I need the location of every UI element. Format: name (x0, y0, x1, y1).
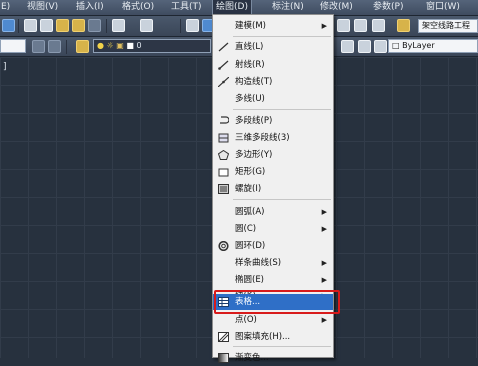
menu-item-helix[interactable]: 螺旋(I) (213, 181, 333, 197)
copy-icon[interactable] (40, 19, 53, 32)
menu-item-line[interactable]: 直线(L) (213, 39, 333, 55)
menu-modify[interactable]: 修改(M) (320, 0, 353, 15)
menu-item-spline[interactable]: 样条曲线(S) ▶ (213, 255, 333, 271)
paste-icon[interactable] (56, 19, 69, 32)
menu-item-gradient[interactable]: 渐变色... (213, 350, 333, 366)
menu-item-ray[interactable]: 射线(R) (213, 57, 333, 73)
markup-icon[interactable] (354, 19, 367, 32)
menu-separator (233, 109, 331, 110)
menu-item-ellipse[interactable]: 椭圆(E) ▶ (213, 272, 333, 288)
3d-polyline-icon (218, 133, 229, 143)
undo-icon[interactable] (112, 19, 125, 32)
menu-item-modeling[interactable]: 建模(M) ▶ (213, 18, 333, 34)
menu-separator (233, 36, 331, 37)
help-icon[interactable] (372, 19, 385, 32)
menu-format[interactable]: 格式(O) (122, 0, 154, 15)
layer-previous-icon[interactable] (341, 40, 354, 53)
menu-item-hatch[interactable]: 图案填充(H)... (213, 329, 333, 345)
toolbar-separator (18, 19, 19, 33)
menu-item-multiline[interactable]: 多线(U) (213, 91, 333, 107)
menu-item-point[interactable]: 点(O) ▶ (213, 312, 333, 328)
sheet-set-icon[interactable] (337, 19, 350, 32)
construction-line-icon (218, 77, 229, 87)
donut-icon (218, 241, 229, 251)
submenu-arrow-icon: ▶ (321, 208, 327, 216)
submenu-arrow-icon: ▶ (321, 22, 327, 30)
layer-properties-icon[interactable] (76, 40, 89, 53)
text-style-icon[interactable] (397, 19, 410, 32)
layer-match-icon[interactable] (374, 40, 387, 53)
submenu-arrow-icon: ▶ (321, 259, 327, 267)
menu-item-polyline[interactable]: 多段线(P) (213, 113, 333, 129)
submenu-arrow-icon: ▶ (321, 316, 327, 324)
menu-item-construction-line[interactable]: 构造线(T) (213, 74, 333, 90)
match-properties-icon[interactable] (72, 19, 85, 32)
menu-item-arc[interactable]: 圆弧(A) ▶ (213, 204, 333, 220)
submenu-arrow-icon: ▶ (321, 225, 327, 233)
submenu-arrow-icon: ▶ (321, 276, 327, 284)
polygon-icon (218, 150, 229, 160)
hatch-icon (218, 332, 229, 342)
toolbar-separator (106, 19, 107, 33)
menu-separator (233, 199, 331, 200)
sun-icon: ☼ (106, 41, 114, 50)
lightbulb-icon: ● (97, 41, 104, 50)
block-editor-icon[interactable] (88, 19, 101, 32)
gear-icon[interactable] (32, 40, 45, 53)
menu-separator (233, 346, 331, 347)
cut-icon[interactable] (24, 19, 37, 32)
ray-icon (218, 60, 229, 70)
rectangle-icon (218, 168, 229, 177)
pan-icon[interactable] (186, 19, 199, 32)
menu-item-rectangle[interactable]: 矩形(G) (213, 164, 333, 180)
menu-parametric[interactable]: 参数(P) (373, 0, 403, 15)
workspace-combo[interactable] (0, 39, 26, 53)
menu-item-circle[interactable]: 圆(C) ▶ (213, 221, 333, 237)
layer-combo[interactable]: ● ☼ ▣ ■ 0 (93, 39, 211, 53)
helix-icon (218, 184, 229, 194)
color-combo[interactable]: □ ByLayer (388, 39, 478, 53)
menu-item-3d-polyline[interactable]: 三维多段线(3) (213, 130, 333, 146)
polyline-icon (220, 116, 229, 124)
lock-icon: ▣ (116, 41, 124, 50)
menu-item-polygon[interactable]: 多边形(Y) (213, 147, 333, 163)
highlight-annotation-box (214, 290, 340, 314)
menu-item-donut[interactable]: 圆环(D) (213, 238, 333, 254)
menu-insert[interactable]: 插入(I) (76, 0, 104, 15)
make-current-icon[interactable] (358, 40, 371, 53)
menu-tools[interactable]: 工具(T) (171, 0, 202, 15)
viewport-label[interactable]: ] (3, 62, 7, 72)
color-swatch-icon: □ (392, 41, 400, 50)
menu-draw[interactable]: 绘图(D) (212, 0, 252, 16)
toolbar-separator (180, 19, 181, 33)
menu-window[interactable]: 窗口(W) (426, 0, 460, 15)
layer-name: 0 (136, 41, 142, 50)
menu-dimension[interactable]: 标注(N) (272, 0, 304, 15)
layer-color-swatch: ■ (126, 41, 134, 50)
menu-edit[interactable]: E) (1, 0, 10, 15)
gradient-icon (218, 353, 229, 363)
layer-state-icon[interactable] (48, 40, 61, 53)
open-icon[interactable] (2, 19, 15, 32)
line-icon (218, 42, 229, 52)
bylayer-label: ByLayer (402, 41, 435, 50)
menu-view[interactable]: 视图(V) (27, 0, 58, 15)
toolbar-separator (66, 40, 67, 54)
text-style-combo[interactable]: 架空线路工程 (418, 19, 478, 33)
redo-icon[interactable] (140, 19, 153, 32)
